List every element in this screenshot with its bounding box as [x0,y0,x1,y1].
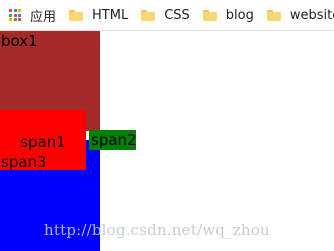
bookmark-folder-css[interactable]: CSS [141,8,190,23]
folder-icon [69,9,84,21]
bookmark-folder-website[interactable]: website [266,7,334,23]
span3: span3 [1,153,47,171]
bookmarks-bar: 应用 HTML CSS blog website [0,0,334,31]
watermark-text: http://blog.csdn.net/wq_zhou [44,221,270,239]
bookmark-apps-label: 应用 [30,9,57,25]
bookmark-label: website [289,7,334,23]
demo-area: box1 span1 span2 span3 http://blog.csdn.… [0,31,334,251]
bookmark-folder-html[interactable]: HTML [69,8,128,23]
bookmark-label: HTML [92,7,129,23]
bookmark-label: CSS [164,7,190,23]
bookmark-apps[interactable]: 应用 [9,6,56,25]
folder-icon [141,9,156,21]
folder-icon [202,9,217,21]
box1-label: box1 [1,32,38,50]
span2: span2 [89,130,137,150]
bookmark-label: blog [225,7,254,23]
bookmark-folder-blog[interactable]: blog [202,7,254,23]
apps-grid-icon [9,9,21,21]
folder-icon [266,9,281,21]
